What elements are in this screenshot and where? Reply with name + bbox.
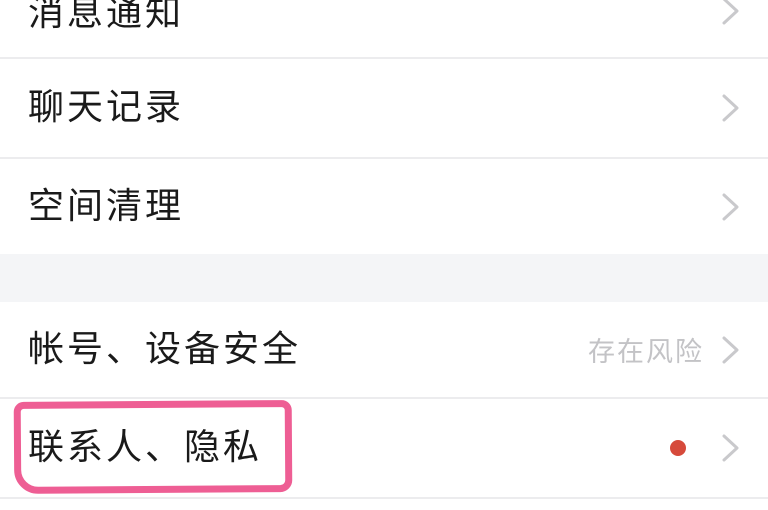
settings-item-label: 帐号、设备安全 xyxy=(28,329,302,370)
settings-item-notifications[interactable]: 消息通知 xyxy=(0,0,768,56)
settings-item-storage-cleanup[interactable]: 空间清理 xyxy=(0,159,768,254)
notification-dot-icon xyxy=(670,440,686,456)
settings-item-label: 空间清理 xyxy=(28,186,185,227)
chevron-right-icon xyxy=(722,336,739,363)
settings-item-label: 联系人、隐私 xyxy=(28,427,263,468)
settings-screen: 消息通知 聊天记录 空间清理 帐号、设备安全 存在风险 联系人、隐私 xyxy=(0,0,768,510)
chevron-right-icon xyxy=(722,0,739,25)
chevron-right-icon xyxy=(722,434,739,462)
risk-status-text: 存在风险 xyxy=(588,337,704,368)
settings-item-contacts-privacy[interactable]: 联系人、隐私 xyxy=(0,399,768,497)
settings-item-chat-history[interactable]: 聊天记录 xyxy=(0,59,768,157)
chevron-right-icon xyxy=(722,94,739,122)
settings-item-account-security[interactable]: 帐号、设备安全 存在风险 xyxy=(0,302,768,397)
section-gap xyxy=(0,254,768,302)
settings-item-label: 聊天记录 xyxy=(28,87,185,128)
settings-item-label: 消息通知 xyxy=(28,0,185,34)
chevron-right-icon xyxy=(722,193,739,220)
divider xyxy=(0,497,768,499)
